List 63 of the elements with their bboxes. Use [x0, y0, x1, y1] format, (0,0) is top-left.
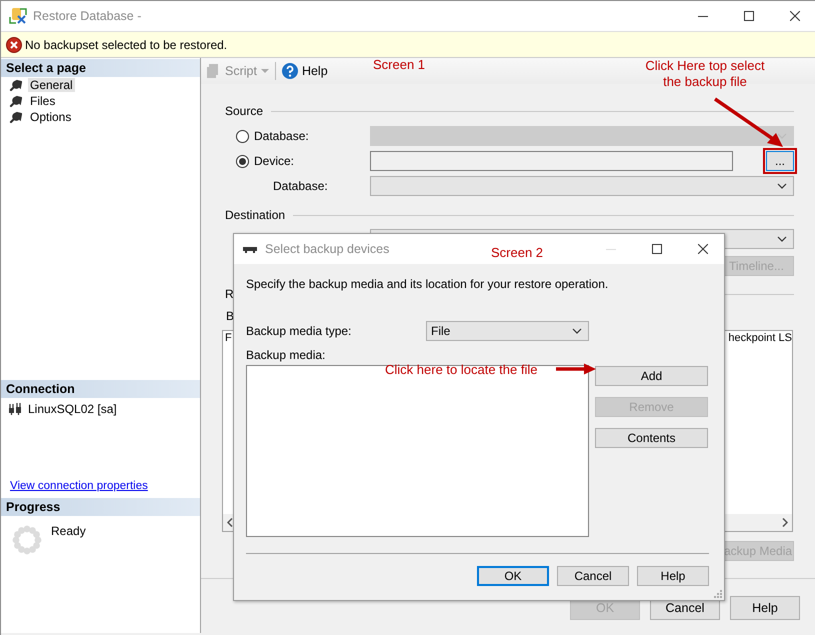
sidebar-item[interactable]: Options — [28, 110, 74, 124]
device-field[interactable] — [370, 151, 733, 171]
window-title: Restore Database - — [33, 9, 142, 23]
dialog-description: Specify the backup media and its location for your restore operation. — [246, 277, 610, 291]
scroll-right-icon — [782, 518, 788, 527]
section-label: B — [226, 309, 236, 323]
plug-icon — [8, 403, 22, 415]
field-label: Database: — [273, 179, 328, 193]
dialog-button[interactable]: Help — [730, 596, 800, 620]
wrench-icon — [9, 110, 22, 124]
section-header: Select a page — [1, 59, 200, 77]
sidebar-item[interactable]: General — [28, 78, 75, 92]
wrench-icon — [9, 78, 22, 92]
script-icon — [205, 63, 221, 79]
pointer-arrow — [713, 97, 785, 149]
dropdown-caret-icon — [777, 133, 787, 139]
dialog-button[interactable]: Cancel — [557, 566, 629, 586]
dropdown-caret-icon — [572, 328, 582, 334]
media-button[interactable]: Contents — [595, 428, 708, 448]
wrench-icon — [9, 94, 22, 108]
error-message: No backupset selected to be restored. — [25, 38, 228, 52]
dialog-button[interactable]: Help — [637, 566, 709, 586]
dialog-button[interactable]: OK — [477, 566, 549, 586]
annotation-text: Click Here top select the backup file — [644, 58, 766, 90]
error-icon — [6, 36, 22, 52]
help-icon — [282, 63, 298, 79]
column-header: F — [225, 332, 232, 346]
connection-properties-link[interactable]: View connection properties — [10, 480, 200, 492]
device-icon — [243, 245, 257, 253]
pointer-arrow — [555, 363, 597, 375]
sidebar-item[interactable]: Files — [28, 94, 58, 108]
annotation-text: Screen 1 — [373, 57, 426, 72]
column-header: heckpoint LS — [728, 332, 792, 346]
close-icon[interactable] — [698, 244, 708, 254]
section-header: Progress — [1, 498, 200, 516]
section-header: Connection — [1, 380, 200, 398]
annotation-text: Screen 2 — [491, 245, 544, 260]
scroll-left-icon — [227, 518, 233, 527]
media-type-dropdown[interactable]: File — [426, 321, 589, 341]
dialog-title: Select backup devices — [265, 242, 390, 256]
backup-media-list[interactable] — [246, 365, 589, 537]
browse-button[interactable]: ... — [766, 151, 794, 171]
media-button[interactable]: Add — [595, 366, 708, 386]
field-label: Backup media: — [246, 348, 326, 362]
progress-spinner-icon — [11, 524, 43, 556]
progress-status: Ready — [51, 524, 86, 540]
dropdown-caret-icon — [777, 236, 787, 242]
dropdown-caret-icon — [777, 183, 787, 189]
connection-name: LinuxSQL02 [sa] — [28, 402, 117, 416]
app-icon — [9, 7, 27, 25]
dropdown-caret-icon — [260, 68, 269, 74]
group-heading: Destination — [225, 208, 794, 222]
group-heading: Source — [225, 104, 794, 118]
close-icon[interactable] — [790, 11, 800, 21]
help-button[interactable]: Help — [302, 64, 328, 78]
maximize-icon[interactable] — [652, 244, 662, 254]
radio-button[interactable] — [236, 154, 249, 168]
field-label: Backup media type: — [246, 324, 352, 338]
resize-grip-icon[interactable] — [712, 588, 722, 598]
field-label: Database: — [254, 129, 309, 143]
field-label: Device: — [254, 154, 294, 168]
annotation-text: Click here to locate the file — [385, 362, 538, 377]
maximize-icon[interactable] — [744, 11, 754, 21]
